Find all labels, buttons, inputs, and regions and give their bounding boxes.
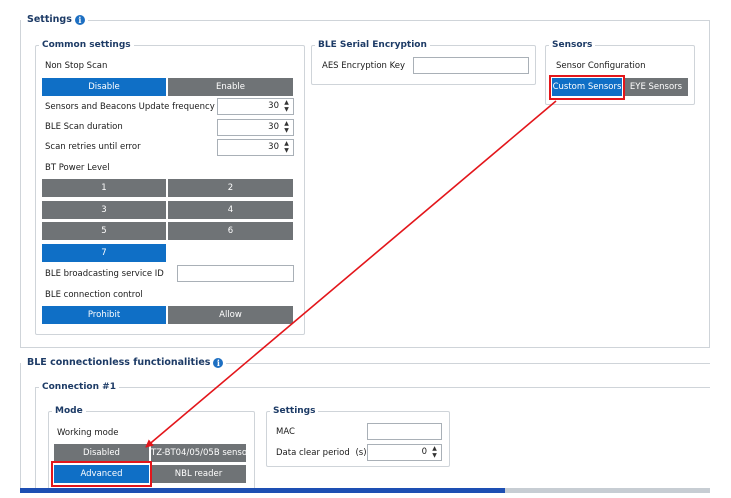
power-level-7-button[interactable]: 7 — [41, 243, 167, 263]
spin-arrows-icon[interactable]: ▲ ▼ — [282, 140, 291, 155]
aes-key-input[interactable] — [413, 57, 529, 74]
prohibit-button[interactable]: Prohibit — [41, 305, 167, 325]
bt-power-level-label: BT Power Level — [45, 163, 110, 173]
power-level-6-button[interactable]: 6 — [167, 221, 294, 241]
scan-duration-spinner[interactable]: 30 ▲ ▼ — [217, 119, 294, 136]
connectionless-title-text: BLE connectionless functionalities — [27, 357, 211, 368]
connectionless-title: BLE connectionless functionalities i — [24, 357, 227, 369]
scan-duration-label: BLE Scan duration — [45, 122, 123, 132]
power-level-2-button[interactable]: 2 — [167, 178, 294, 198]
spin-arrows-icon[interactable]: ▲ ▼ — [282, 99, 291, 114]
aes-key-label: AES Encryption Key — [322, 61, 406, 71]
broadcast-id-label: BLE broadcasting service ID — [45, 269, 164, 279]
info-icon[interactable]: i — [213, 358, 224, 368]
mac-input[interactable] — [367, 423, 442, 440]
connectionless-section-line — [190, 363, 710, 364]
eye-sensors-button[interactable]: EYE Sensors — [623, 77, 689, 97]
disabled-mode-button[interactable]: Disabled — [53, 443, 150, 463]
custom-sensors-highlight — [549, 75, 625, 100]
connection-group-line — [35, 387, 710, 388]
broadcast-id-input[interactable] — [177, 265, 294, 282]
common-settings-legend: Common settings — [39, 39, 134, 51]
spin-arrows-icon[interactable]: ▲ ▼ — [282, 120, 291, 135]
power-level-5-button[interactable]: 5 — [41, 221, 167, 241]
settings-title: Settings i — [24, 14, 88, 26]
data-clear-unit: (s) — [355, 448, 367, 458]
data-clear-period-label: Data clear period (s) — [276, 447, 367, 459]
sensor-configuration-label: Sensor Configuration — [556, 61, 646, 71]
spin-arrows-icon[interactable]: ▲ ▼ — [430, 445, 439, 460]
update-frequency-label: Sensors and Beacons Update frequency — [45, 102, 215, 112]
power-level-3-button[interactable]: 3 — [41, 200, 167, 220]
scan-retries-value: 30 — [268, 142, 279, 152]
update-frequency-spinner[interactable]: 30 ▲ ▼ — [217, 98, 294, 115]
data-clear-period-text: Data clear period — [276, 448, 350, 458]
horizontal-scrollbar-thumb[interactable] — [20, 488, 505, 493]
scan-retries-label: Scan retries until error — [45, 142, 141, 152]
connection-legend: Connection #1 — [39, 381, 119, 393]
disable-scan-button[interactable]: Disable — [41, 77, 167, 97]
enable-scan-button[interactable]: Enable — [167, 77, 294, 97]
tz-sensor-mode-button[interactable]: TZ-BT04/05/05B sensor — [150, 443, 247, 463]
connectionless-section-border — [20, 363, 21, 493]
allow-button[interactable]: Allow — [167, 305, 294, 325]
connection-control-label: BLE connection control — [45, 290, 143, 300]
scan-retries-spinner[interactable]: 30 ▲ ▼ — [217, 139, 294, 156]
mode-legend: Mode — [52, 405, 86, 417]
advanced-mode-highlight — [51, 461, 152, 487]
power-level-4-button[interactable]: 4 — [167, 200, 294, 220]
settings-title-text: Settings — [27, 14, 72, 25]
update-frequency-value: 30 — [268, 101, 279, 111]
sensors-legend: Sensors — [549, 39, 596, 51]
data-clear-period-value: 0 — [421, 447, 427, 457]
nbl-reader-mode-button[interactable]: NBL reader — [150, 464, 247, 484]
connection-group-border — [35, 387, 36, 493]
non-stop-scan-label: Non Stop Scan — [45, 61, 108, 71]
working-mode-label: Working mode — [57, 428, 119, 438]
serial-encryption-legend: BLE Serial Encryption — [315, 39, 430, 51]
power-level-1-button[interactable]: 1 — [41, 178, 167, 198]
info-icon[interactable]: i — [74, 15, 85, 25]
mac-label: MAC — [276, 427, 295, 437]
connection-settings-legend: Settings — [270, 405, 319, 417]
scan-duration-value: 30 — [268, 122, 279, 132]
data-clear-period-spinner[interactable]: 0 ▲ ▼ — [367, 444, 442, 461]
